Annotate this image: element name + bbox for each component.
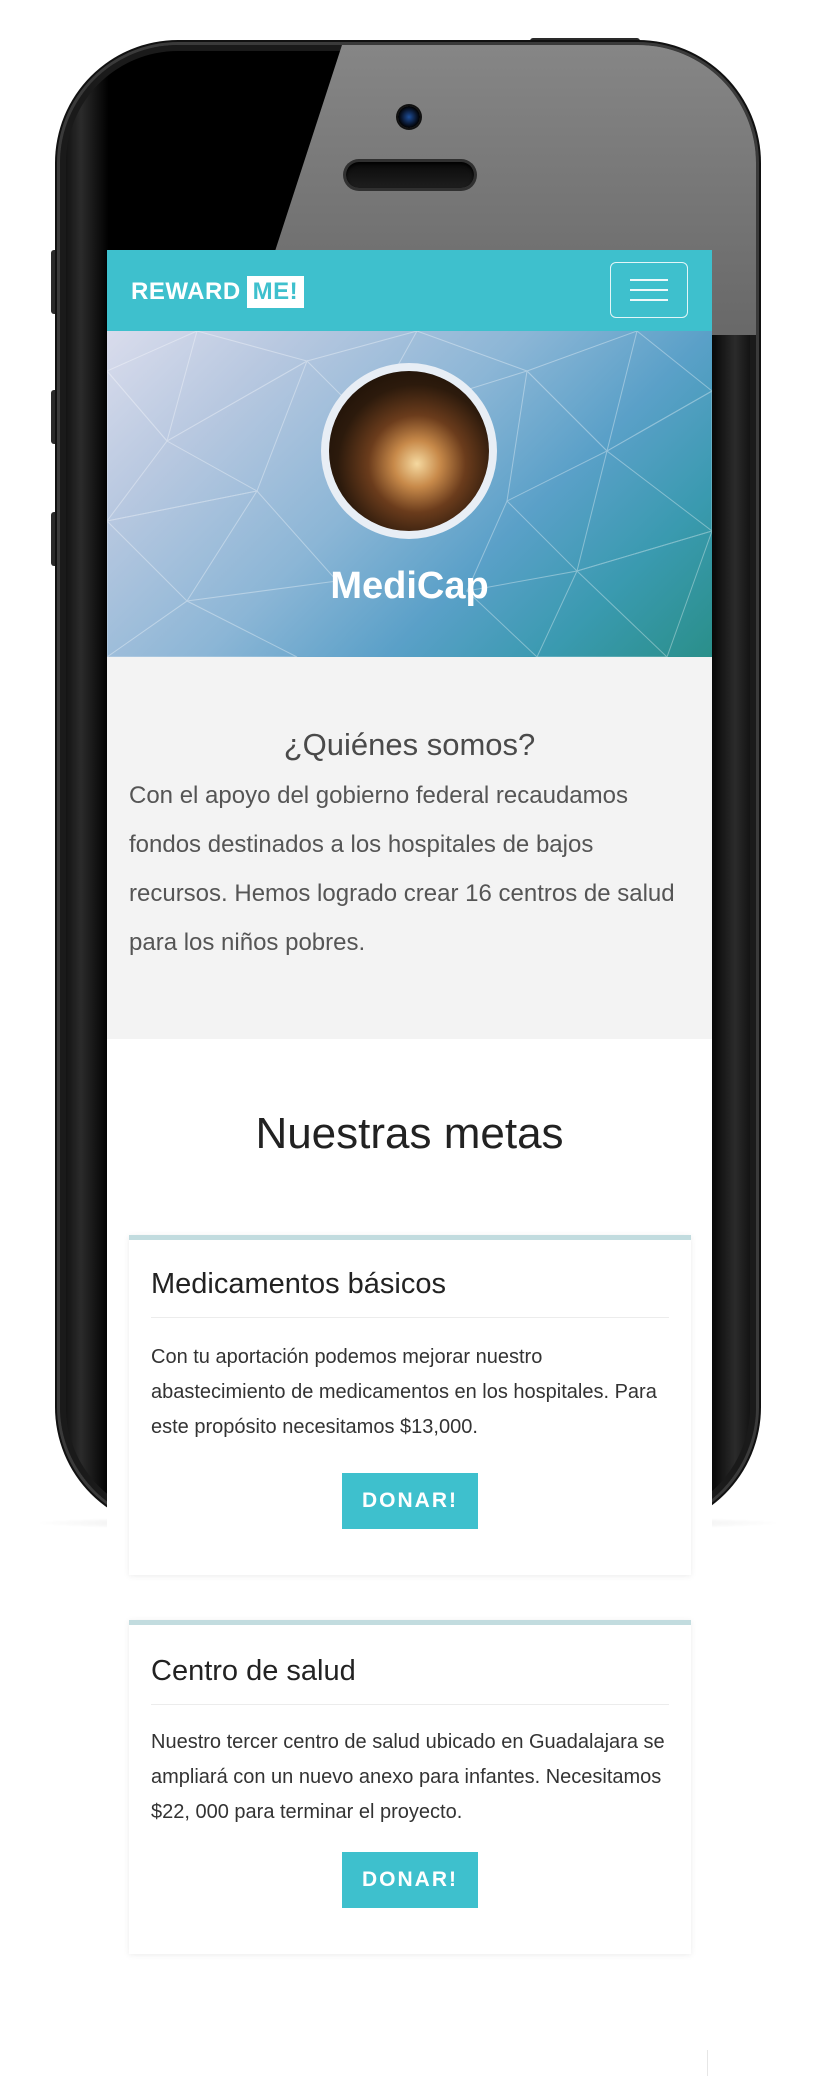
donate-button[interactable]: DONAR!: [342, 1852, 478, 1908]
about-heading: ¿Quiénes somos?: [283, 727, 536, 762]
brand-highlight: ME!: [246, 276, 305, 308]
hamburger-menu-icon-line: [630, 289, 668, 291]
page-edge-divider: [707, 2050, 708, 2076]
camera-icon: [398, 106, 420, 128]
organization-avatar: [321, 363, 497, 539]
brand-logo[interactable]: REWARD ME!: [131, 276, 305, 308]
about-section: ¿Quiénes somos? Con el apoyo del gobiern…: [107, 657, 712, 1039]
navbar: REWARD ME!: [107, 250, 712, 331]
goal-card: Medicamentos básicos Con tu aportación p…: [129, 1235, 691, 1575]
goal-card-text: Nuestro tercer centro de salud ubicado e…: [151, 1731, 665, 1823]
goal-card: Centro de salud Nuestro tercer centro de…: [129, 1620, 691, 1954]
avatar-image: [329, 371, 489, 531]
donate-button[interactable]: DONAR!: [342, 1473, 478, 1529]
brand-text: REWARD: [131, 278, 241, 305]
organization-name: MediCap: [330, 565, 489, 607]
about-text: Con el apoyo del gobierno federal recaud…: [129, 782, 675, 956]
hamburger-menu-icon-line: [630, 299, 668, 301]
goal-card-text: Con tu aportación podemos mejorar nuestr…: [151, 1346, 657, 1438]
phone-screen: REWARD ME! MediCap ¿Quiénes somos? Con e…: [107, 250, 712, 2076]
goal-card-title: Centro de salud: [151, 1655, 669, 1705]
hero-banner: MediCap: [107, 331, 712, 657]
hamburger-menu-icon: [630, 279, 668, 281]
goal-card-title: Medicamentos básicos: [151, 1268, 669, 1318]
goals-heading: Nuestras metas: [255, 1109, 564, 1158]
menu-toggle-button[interactable]: [610, 262, 688, 318]
speaker-grille: [346, 162, 474, 188]
